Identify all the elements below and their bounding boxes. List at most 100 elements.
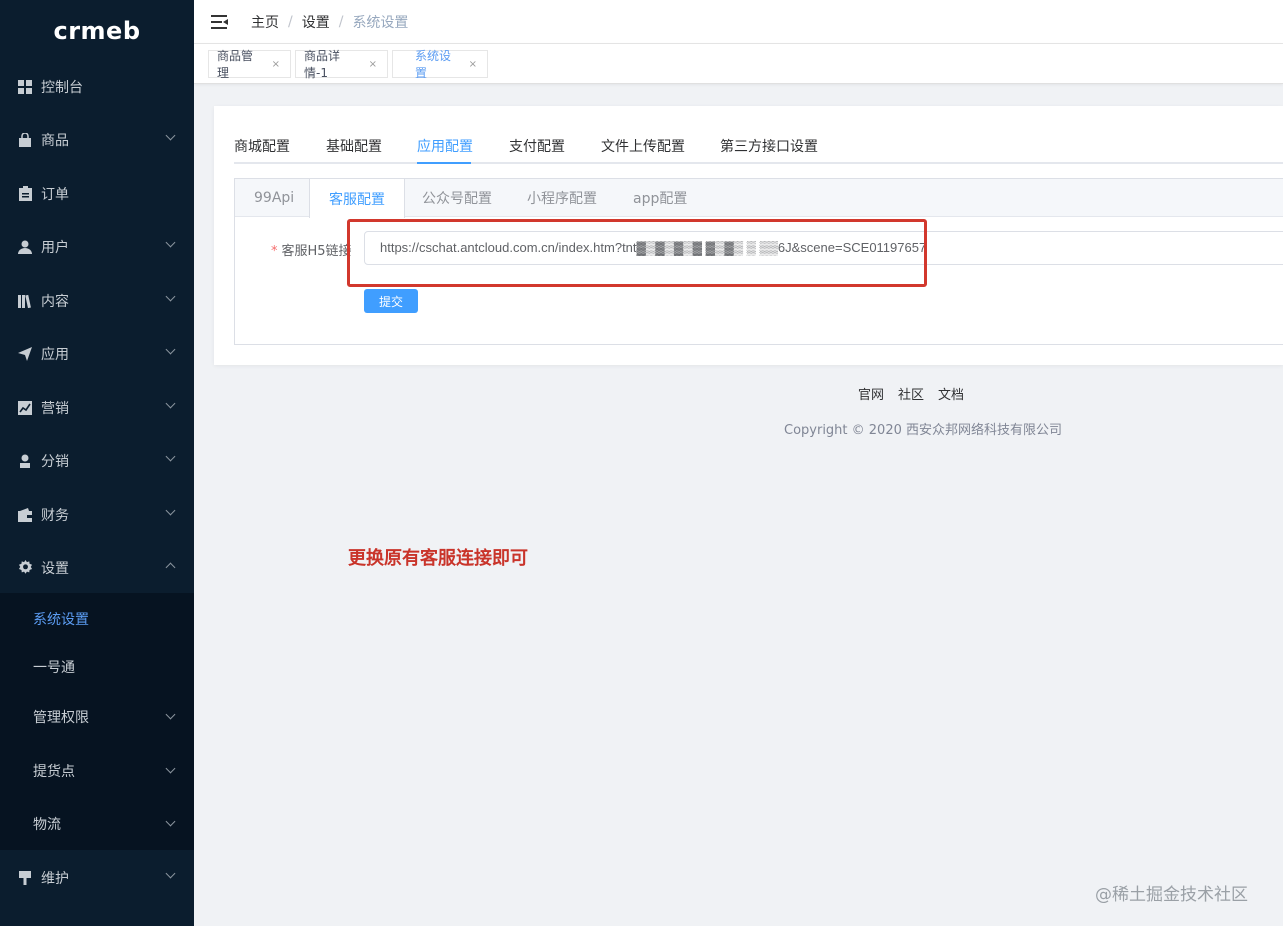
- sidebar-subitem-label: 一号通: [33, 660, 75, 676]
- page-tab-label: 商品详情-1: [304, 49, 341, 80]
- wallet-icon: [17, 507, 33, 523]
- tab-99api[interactable]: 99Api: [254, 179, 294, 217]
- chevron-down-icon: [165, 291, 176, 302]
- copyright: Copyright © 2020 西安众邦网络科技有限公司: [784, 423, 1063, 438]
- chevron-down-icon: [165, 868, 176, 879]
- paper-plane-icon: [17, 346, 33, 362]
- sidebar-subitem-label: 物流: [33, 817, 61, 833]
- page-tab-system-settings[interactable]: 系统设置 ×: [392, 49, 488, 80]
- sidebar-item-label: 维护: [41, 870, 69, 887]
- submit-button[interactable]: 提交: [364, 289, 418, 313]
- sidebar-item-products[interactable]: 商品: [0, 113, 194, 166]
- dashboard-icon: [17, 79, 33, 95]
- footer-links: 官网 社区 文档: [858, 384, 964, 403]
- tab-mall-config[interactable]: 商城配置: [234, 136, 290, 164]
- logo: crmeb: [53, 17, 141, 45]
- tab-app[interactable]: app配置: [633, 179, 687, 217]
- tab-basic-config[interactable]: 基础配置: [326, 136, 382, 164]
- sidebar-item-label: 分销: [41, 453, 69, 470]
- footer-link-community[interactable]: 社区: [898, 384, 924, 403]
- tab-mini-program[interactable]: 小程序配置: [527, 179, 597, 217]
- breadcrumb-current: 系统设置: [352, 14, 409, 31]
- sidebar-item-label: 财务: [41, 507, 69, 524]
- sidebar-item-marketing[interactable]: 营销: [0, 381, 194, 434]
- tab-app-config[interactable]: 应用配置: [417, 136, 473, 164]
- page-tabs-bar: 商品管理 × 商品详情-1 × 系统设置 ×: [194, 44, 1283, 84]
- chevron-down-icon: [165, 505, 176, 516]
- footer-link-docs[interactable]: 文档: [938, 384, 964, 403]
- sidebar-item-distribution[interactable]: 分销: [0, 434, 194, 487]
- sidebar-item-label: 设置: [41, 560, 69, 577]
- sidebar-item-content[interactable]: 内容: [0, 274, 194, 327]
- chevron-down-icon: [165, 709, 176, 720]
- sidebar-item-finance[interactable]: 财务: [0, 488, 194, 541]
- annotation-note: 更换原有客服连接即可: [348, 548, 528, 569]
- breadcrumb: 主页 / 设置 / 系统设置: [251, 12, 408, 32]
- clipboard-icon: [17, 186, 33, 202]
- user-icon: [17, 239, 33, 255]
- chevron-down-icon: [165, 451, 176, 462]
- top-header: 主页 / 设置 / 系统设置: [194, 0, 1283, 44]
- required-mark: *: [271, 244, 278, 259]
- page-tab-product-detail[interactable]: 商品详情-1 ×: [295, 49, 388, 80]
- sidebar-item-label: 订单: [41, 186, 69, 203]
- sidebar-item-label: 内容: [41, 293, 69, 310]
- watermark: @稀土掘金技术社区: [1095, 885, 1248, 905]
- active-tab-indicator: [417, 162, 471, 164]
- breadcrumb-settings[interactable]: 设置: [302, 12, 330, 32]
- sidebar-item-label: 应用: [41, 346, 69, 363]
- breadcrumb-separator: /: [338, 13, 344, 30]
- sidebar-item-orders[interactable]: 订单: [0, 167, 194, 220]
- sidebar-item-label: 用户: [41, 239, 69, 256]
- breadcrumb-home[interactable]: 主页: [251, 12, 279, 32]
- chevron-down-icon: [165, 344, 176, 355]
- tab-payment-config[interactable]: 支付配置: [509, 136, 565, 164]
- shopping-bag-icon: [17, 132, 33, 148]
- chevron-down-icon: [165, 398, 176, 409]
- close-icon[interactable]: ×: [369, 59, 377, 70]
- page-tab-label: 商品管理: [217, 49, 254, 80]
- sidebar-item-settings[interactable]: 设置: [0, 541, 194, 594]
- sidebar-item-dashboard[interactable]: 控制台: [0, 60, 194, 113]
- tab-third-party-config[interactable]: 第三方接口设置: [720, 136, 818, 164]
- page-tab-product-management[interactable]: 商品管理 ×: [208, 49, 291, 80]
- user-stand-icon: [17, 453, 33, 469]
- h5-link-label-text: 客服H5链接: [281, 244, 352, 259]
- annotation-highlight-box: [347, 219, 927, 287]
- tab-customer-service[interactable]: 客服配置: [309, 179, 405, 218]
- breadcrumb-separator: /: [288, 13, 293, 30]
- page-tab-label: 系统设置: [415, 49, 452, 80]
- tab-official-account[interactable]: 公众号配置: [422, 179, 492, 217]
- chevron-down-icon: [165, 130, 176, 141]
- sidebar-subitem-label: 提货点: [33, 764, 75, 780]
- close-icon[interactable]: ×: [469, 59, 477, 70]
- sidebar-item-apps[interactable]: 应用: [0, 327, 194, 380]
- sidebar-item-label: 控制台: [41, 79, 83, 96]
- sidebar-subitem-system-settings[interactable]: 系统设置: [0, 594, 194, 644]
- library-icon: [17, 293, 33, 309]
- sidebar-subitem-label: 管理权限: [33, 710, 89, 726]
- sidebar-subitem-permissions[interactable]: 管理权限: [0, 692, 194, 742]
- main-tabs: 商城配置 基础配置 应用配置 支付配置 文件上传配置 第三方接口设置: [234, 130, 1283, 164]
- chevron-down-icon: [165, 237, 176, 248]
- sidebar-item-maintenance[interactable]: 维护: [0, 851, 194, 904]
- sidebar-subitem-yihaotong[interactable]: 一号通: [0, 642, 194, 692]
- tab-upload-config[interactable]: 文件上传配置: [601, 136, 685, 164]
- close-icon[interactable]: ×: [272, 59, 280, 70]
- sidebar-subitem-label: 系统设置: [33, 612, 89, 628]
- inner-tabs: 99Api 客服配置 公众号配置 小程序配置 app配置: [235, 179, 1283, 218]
- h5-link-label: * 客服H5链接: [271, 240, 352, 259]
- line-chart-icon: [17, 400, 33, 416]
- hammer-icon: [17, 870, 33, 886]
- sidebar-item-label: 商品: [41, 132, 69, 149]
- sidebar-item-label: 营销: [41, 400, 69, 417]
- sidebar-subitem-pickup-points[interactable]: 提货点: [0, 746, 194, 796]
- sidebar-item-users[interactable]: 用户: [0, 220, 194, 273]
- chevron-up-icon: [165, 562, 176, 573]
- chevron-down-icon: [165, 816, 176, 827]
- sidebar-subitem-logistics[interactable]: 物流: [0, 799, 194, 849]
- gear-icon: [17, 560, 33, 576]
- menu-toggle-icon[interactable]: [211, 14, 228, 29]
- chevron-down-icon: [165, 763, 176, 774]
- footer-link-official[interactable]: 官网: [858, 384, 884, 403]
